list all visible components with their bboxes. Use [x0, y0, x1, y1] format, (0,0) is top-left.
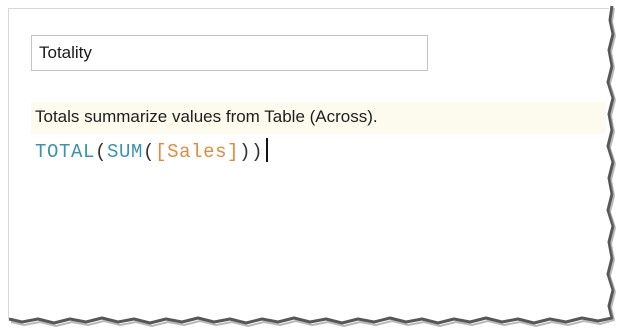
formula-function-sum: SUM: [107, 141, 144, 163]
formula-open-paren: (: [143, 141, 156, 163]
formula-open-paren: (: [95, 141, 108, 163]
formula-field-sales: [Sales]: [155, 141, 240, 163]
calculation-name-field[interactable]: [31, 35, 428, 71]
calculation-editor-screenshot: Totals summarize values from Table (Acro…: [0, 0, 626, 330]
formula-editor[interactable]: TOTAL(SUM([Sales])): [35, 138, 269, 164]
formula-close-paren: ): [239, 141, 252, 163]
formula-close-paren: ): [251, 141, 264, 163]
table-calculation-hint: Totals summarize values from Table (Acro…: [35, 107, 378, 126]
formula-function-total: TOTAL: [35, 141, 96, 163]
text-cursor: [266, 138, 269, 162]
